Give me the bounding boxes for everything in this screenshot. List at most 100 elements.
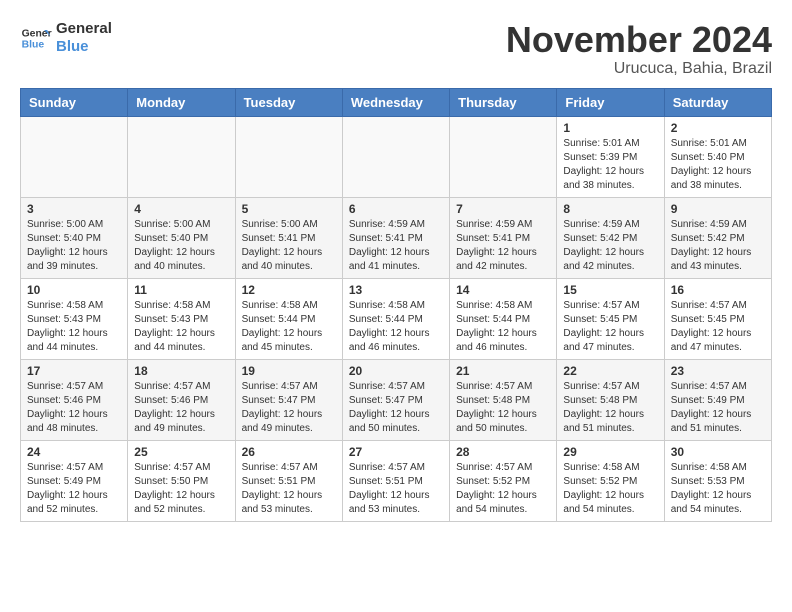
calendar-week-row: 1 Sunrise: 5:01 AMSunset: 5:39 PMDaylight… <box>21 116 772 197</box>
calendar-cell: 7Sunrise: 4:59 AMSunset: 5:41 PMDaylight… <box>450 197 557 278</box>
day-number: 27 <box>349 445 443 459</box>
day-info: Sunrise: 4:57 AMSunset: 5:49 PMDaylight:… <box>671 380 765 436</box>
calendar-cell: 2 Sunrise: 5:01 AMSunset: 5:40 PMDaylight… <box>664 116 771 197</box>
title-block: November 2024 Urucuca, Bahia, Brazil <box>506 20 772 78</box>
calendar-cell <box>21 116 128 197</box>
day-number: 24 <box>27 445 121 459</box>
day-info: Sunrise: 4:58 AMSunset: 5:44 PMDaylight:… <box>456 299 550 355</box>
day-number: 26 <box>242 445 336 459</box>
day-number: 20 <box>349 364 443 378</box>
day-info: Sunrise: 5:00 AMSunset: 5:40 PMDaylight:… <box>134 218 228 274</box>
calendar-table: SundayMondayTuesdayWednesdayThursdayFrid… <box>20 88 772 522</box>
day-info: Sunrise: 4:59 AMSunset: 5:42 PMDaylight:… <box>671 218 765 274</box>
day-info: Sunrise: 4:58 AMSunset: 5:43 PMDaylight:… <box>134 299 228 355</box>
calendar-cell: 28Sunrise: 4:57 AMSunset: 5:52 PMDayligh… <box>450 440 557 521</box>
day-info: Sunrise: 4:57 AMSunset: 5:46 PMDaylight:… <box>134 380 228 436</box>
day-info: Sunrise: 4:57 AMSunset: 5:49 PMDaylight:… <box>27 461 121 517</box>
location: Urucuca, Bahia, Brazil <box>506 60 772 78</box>
day-number: 8 <box>563 202 657 216</box>
calendar-cell: 21Sunrise: 4:57 AMSunset: 5:48 PMDayligh… <box>450 359 557 440</box>
calendar-cell: 22 Sunrise: 4:57 AMSunset: 5:48 PMDayligh… <box>557 359 664 440</box>
day-number: 17 <box>27 364 121 378</box>
column-header-monday: Monday <box>128 88 235 116</box>
calendar-cell: 10Sunrise: 4:58 AMSunset: 5:43 PMDayligh… <box>21 278 128 359</box>
day-number: 21 <box>456 364 550 378</box>
day-info: Sunrise: 4:57 AMSunset: 5:46 PMDaylight:… <box>27 380 121 436</box>
day-number: 11 <box>134 283 228 297</box>
day-info: Sunrise: 4:58 AMSunset: 5:53 PMDaylight:… <box>671 461 765 517</box>
calendar-cell: 13 Sunrise: 4:58 AMSunset: 5:44 PMDayligh… <box>342 278 449 359</box>
day-number: 22 <box>563 364 657 378</box>
calendar-cell: 4 Sunrise: 5:00 AMSunset: 5:40 PMDaylight… <box>128 197 235 278</box>
day-number: 4 <box>134 202 228 216</box>
logo-blue: Blue <box>56 38 112 56</box>
day-number: 7 <box>456 202 550 216</box>
calendar-cell: 12Sunrise: 4:58 AMSunset: 5:44 PMDayligh… <box>235 278 342 359</box>
calendar-cell: 29 Sunrise: 4:58 AMSunset: 5:52 PMDayligh… <box>557 440 664 521</box>
day-number: 5 <box>242 202 336 216</box>
day-info: Sunrise: 4:57 AMSunset: 5:47 PMDaylight:… <box>349 380 443 436</box>
calendar-cell: 1 Sunrise: 5:01 AMSunset: 5:39 PMDaylight… <box>557 116 664 197</box>
day-number: 3 <box>27 202 121 216</box>
calendar-cell: 27 Sunrise: 4:57 AMSunset: 5:51 PMDayligh… <box>342 440 449 521</box>
day-number: 12 <box>242 283 336 297</box>
day-info: Sunrise: 5:01 AMSunset: 5:39 PMDaylight:… <box>563 137 657 193</box>
logo-general: General <box>56 20 112 38</box>
calendar-cell: 24 Sunrise: 4:57 AMSunset: 5:49 PMDayligh… <box>21 440 128 521</box>
day-number: 25 <box>134 445 228 459</box>
calendar-cell: 11 Sunrise: 4:58 AMSunset: 5:43 PMDayligh… <box>128 278 235 359</box>
day-info: Sunrise: 4:58 AMSunset: 5:43 PMDaylight:… <box>27 299 121 355</box>
day-info: Sunrise: 5:01 AMSunset: 5:40 PMDaylight:… <box>671 137 765 193</box>
day-number: 30 <box>671 445 765 459</box>
day-number: 14 <box>456 283 550 297</box>
day-info: Sunrise: 4:57 AMSunset: 5:48 PMDaylight:… <box>563 380 657 436</box>
calendar-cell <box>128 116 235 197</box>
day-number: 2 <box>671 121 765 135</box>
calendar-cell: 5 Sunrise: 5:00 AMSunset: 5:41 PMDaylight… <box>235 197 342 278</box>
day-info: Sunrise: 4:58 AMSunset: 5:52 PMDaylight:… <box>563 461 657 517</box>
calendar-cell: 9Sunrise: 4:59 AMSunset: 5:42 PMDaylight… <box>664 197 771 278</box>
calendar-week-row: 10Sunrise: 4:58 AMSunset: 5:43 PMDayligh… <box>21 278 772 359</box>
day-number: 18 <box>134 364 228 378</box>
logo-icon: General Blue <box>20 22 52 54</box>
calendar-cell: 19Sunrise: 4:57 AMSunset: 5:47 PMDayligh… <box>235 359 342 440</box>
calendar-week-row: 3 Sunrise: 5:00 AMSunset: 5:40 PMDaylight… <box>21 197 772 278</box>
logo: General Blue General Blue <box>20 20 112 56</box>
svg-text:Blue: Blue <box>22 40 45 51</box>
calendar-cell: 16 Sunrise: 4:57 AMSunset: 5:45 PMDayligh… <box>664 278 771 359</box>
calendar-cell: 26Sunrise: 4:57 AMSunset: 5:51 PMDayligh… <box>235 440 342 521</box>
calendar-cell: 17 Sunrise: 4:57 AMSunset: 5:46 PMDayligh… <box>21 359 128 440</box>
day-number: 6 <box>349 202 443 216</box>
day-info: Sunrise: 4:57 AMSunset: 5:45 PMDaylight:… <box>671 299 765 355</box>
day-number: 13 <box>349 283 443 297</box>
day-info: Sunrise: 4:58 AMSunset: 5:44 PMDaylight:… <box>349 299 443 355</box>
month-title: November 2024 <box>506 20 772 60</box>
day-number: 1 <box>563 121 657 135</box>
day-info: Sunrise: 5:00 AMSunset: 5:41 PMDaylight:… <box>242 218 336 274</box>
calendar-cell <box>235 116 342 197</box>
day-number: 29 <box>563 445 657 459</box>
calendar-cell: 25Sunrise: 4:57 AMSunset: 5:50 PMDayligh… <box>128 440 235 521</box>
day-info: Sunrise: 4:57 AMSunset: 5:47 PMDaylight:… <box>242 380 336 436</box>
calendar-cell: 3 Sunrise: 5:00 AMSunset: 5:40 PMDaylight… <box>21 197 128 278</box>
day-info: Sunrise: 4:59 AMSunset: 5:41 PMDaylight:… <box>349 218 443 274</box>
day-info: Sunrise: 4:57 AMSunset: 5:52 PMDaylight:… <box>456 461 550 517</box>
column-header-tuesday: Tuesday <box>235 88 342 116</box>
day-info: Sunrise: 5:00 AMSunset: 5:40 PMDaylight:… <box>27 218 121 274</box>
column-header-saturday: Saturday <box>664 88 771 116</box>
calendar-cell: 14 Sunrise: 4:58 AMSunset: 5:44 PMDayligh… <box>450 278 557 359</box>
calendar-cell: 23 Sunrise: 4:57 AMSunset: 5:49 PMDayligh… <box>664 359 771 440</box>
calendar-cell: 6 Sunrise: 4:59 AMSunset: 5:41 PMDaylight… <box>342 197 449 278</box>
calendar-cell <box>342 116 449 197</box>
column-header-sunday: Sunday <box>21 88 128 116</box>
svg-text:General: General <box>22 28 52 39</box>
day-number: 16 <box>671 283 765 297</box>
page-header: General Blue General Blue November 2024 … <box>20 20 772 78</box>
day-number: 23 <box>671 364 765 378</box>
calendar-cell: 15Sunrise: 4:57 AMSunset: 5:45 PMDayligh… <box>557 278 664 359</box>
calendar-cell: 8Sunrise: 4:59 AMSunset: 5:42 PMDaylight… <box>557 197 664 278</box>
column-header-wednesday: Wednesday <box>342 88 449 116</box>
calendar-cell: 20 Sunrise: 4:57 AMSunset: 5:47 PMDayligh… <box>342 359 449 440</box>
calendar-cell <box>450 116 557 197</box>
day-info: Sunrise: 4:57 AMSunset: 5:51 PMDaylight:… <box>349 461 443 517</box>
